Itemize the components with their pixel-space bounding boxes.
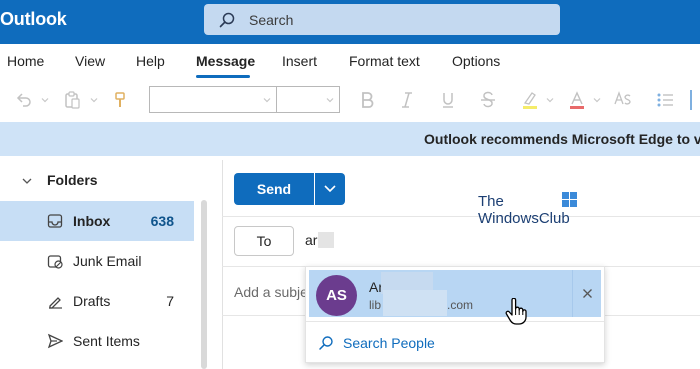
tab-format-text[interactable]: Format text: [349, 53, 420, 69]
search-input[interactable]: Search: [204, 4, 560, 35]
bullets-icon[interactable]: [653, 88, 677, 112]
search-icon: [219, 12, 235, 28]
toolbar-overflow-indicator: [690, 90, 692, 110]
chevron-down-icon: [324, 185, 336, 193]
sidebar-item-drafts[interactable]: Drafts 7: [0, 281, 194, 321]
inbox-icon: [47, 214, 63, 228]
tab-view[interactable]: View: [75, 53, 105, 69]
close-icon: [583, 289, 592, 298]
chevron-down-icon[interactable]: [82, 88, 106, 112]
ribbon-tabs: Home View Help Message Insert Format tex…: [0, 44, 700, 78]
chevron-down-icon[interactable]: [538, 88, 562, 112]
sidebar-item-label: Sent Items: [73, 333, 140, 349]
windows-logo-icon: [562, 192, 577, 207]
tab-options[interactable]: Options: [452, 53, 500, 69]
font-size-select[interactable]: [277, 86, 340, 113]
send-options-button[interactable]: [315, 173, 345, 205]
send-button[interactable]: Send: [234, 173, 314, 205]
search-placeholder: Search: [249, 12, 294, 28]
paste-icon[interactable]: [60, 88, 84, 112]
chevron-down-icon[interactable]: [585, 88, 609, 112]
italic-icon[interactable]: [395, 88, 419, 112]
tab-message[interactable]: Message: [196, 53, 255, 69]
watermark-logo: The WindowsClub: [478, 193, 570, 227]
sidebar-item-label: Drafts: [73, 293, 111, 309]
contact-email-end: .com: [447, 298, 474, 312]
styles-icon[interactable]: [612, 88, 636, 112]
app-title[interactable]: Outlook: [0, 9, 67, 30]
redacted-text: [383, 290, 447, 316]
chevron-down-icon: [326, 98, 334, 103]
edge-recommendation-banner: Outlook recommends Microsoft Edge to vie: [0, 122, 700, 156]
sidebar-item-sent-items[interactable]: Sent Items: [0, 321, 194, 361]
search-icon: [319, 336, 333, 350]
tab-home[interactable]: Home: [7, 53, 44, 69]
folders-header[interactable]: Folders: [47, 172, 98, 188]
font-name-select[interactable]: [149, 86, 277, 113]
sidebar-item-label: Junk Email: [73, 253, 142, 269]
redacted-text: [318, 232, 334, 248]
avatar: AS: [316, 275, 357, 316]
toolbar: [0, 78, 700, 122]
to-field[interactable]: ar: [305, 232, 317, 248]
contact-email-start: lib: [369, 298, 382, 312]
strikethrough-icon[interactable]: [476, 88, 500, 112]
underline-icon[interactable]: [436, 88, 460, 112]
watermark-line2: WindowsClub: [478, 210, 570, 227]
tab-help[interactable]: Help: [136, 53, 165, 69]
divider: [306, 321, 604, 322]
bold-icon[interactable]: [355, 88, 379, 112]
chevron-down-icon[interactable]: [21, 175, 33, 187]
chevron-down-icon[interactable]: [33, 88, 57, 112]
drafts-icon: [49, 297, 62, 309]
top-bar: Outlook Search: [0, 0, 700, 44]
sidebar-scrollbar[interactable]: [201, 200, 207, 369]
to-button[interactable]: To: [234, 226, 294, 256]
unread-count: 638: [150, 213, 174, 229]
junk-icon: [47, 255, 63, 269]
send-icon: [47, 333, 63, 349]
watermark-line1: The: [478, 193, 504, 210]
hand-cursor-icon: [505, 298, 527, 325]
item-count: 7: [166, 293, 174, 309]
tab-insert[interactable]: Insert: [282, 53, 317, 69]
remove-suggestion-button[interactable]: [572, 270, 601, 317]
format-painter-icon[interactable]: [108, 88, 132, 112]
sidebar-item-label: Inbox: [73, 213, 111, 229]
chevron-down-icon: [263, 98, 271, 103]
sidebar-item-inbox[interactable]: Inbox 638: [0, 201, 194, 241]
search-people-link[interactable]: Search People: [343, 335, 435, 351]
sidebar-item-junk-email[interactable]: Junk Email: [0, 241, 194, 281]
banner-text: Outlook recommends Microsoft Edge to vie: [424, 131, 700, 147]
divider: [222, 216, 700, 217]
subject-field[interactable]: Add a subje: [234, 284, 308, 300]
